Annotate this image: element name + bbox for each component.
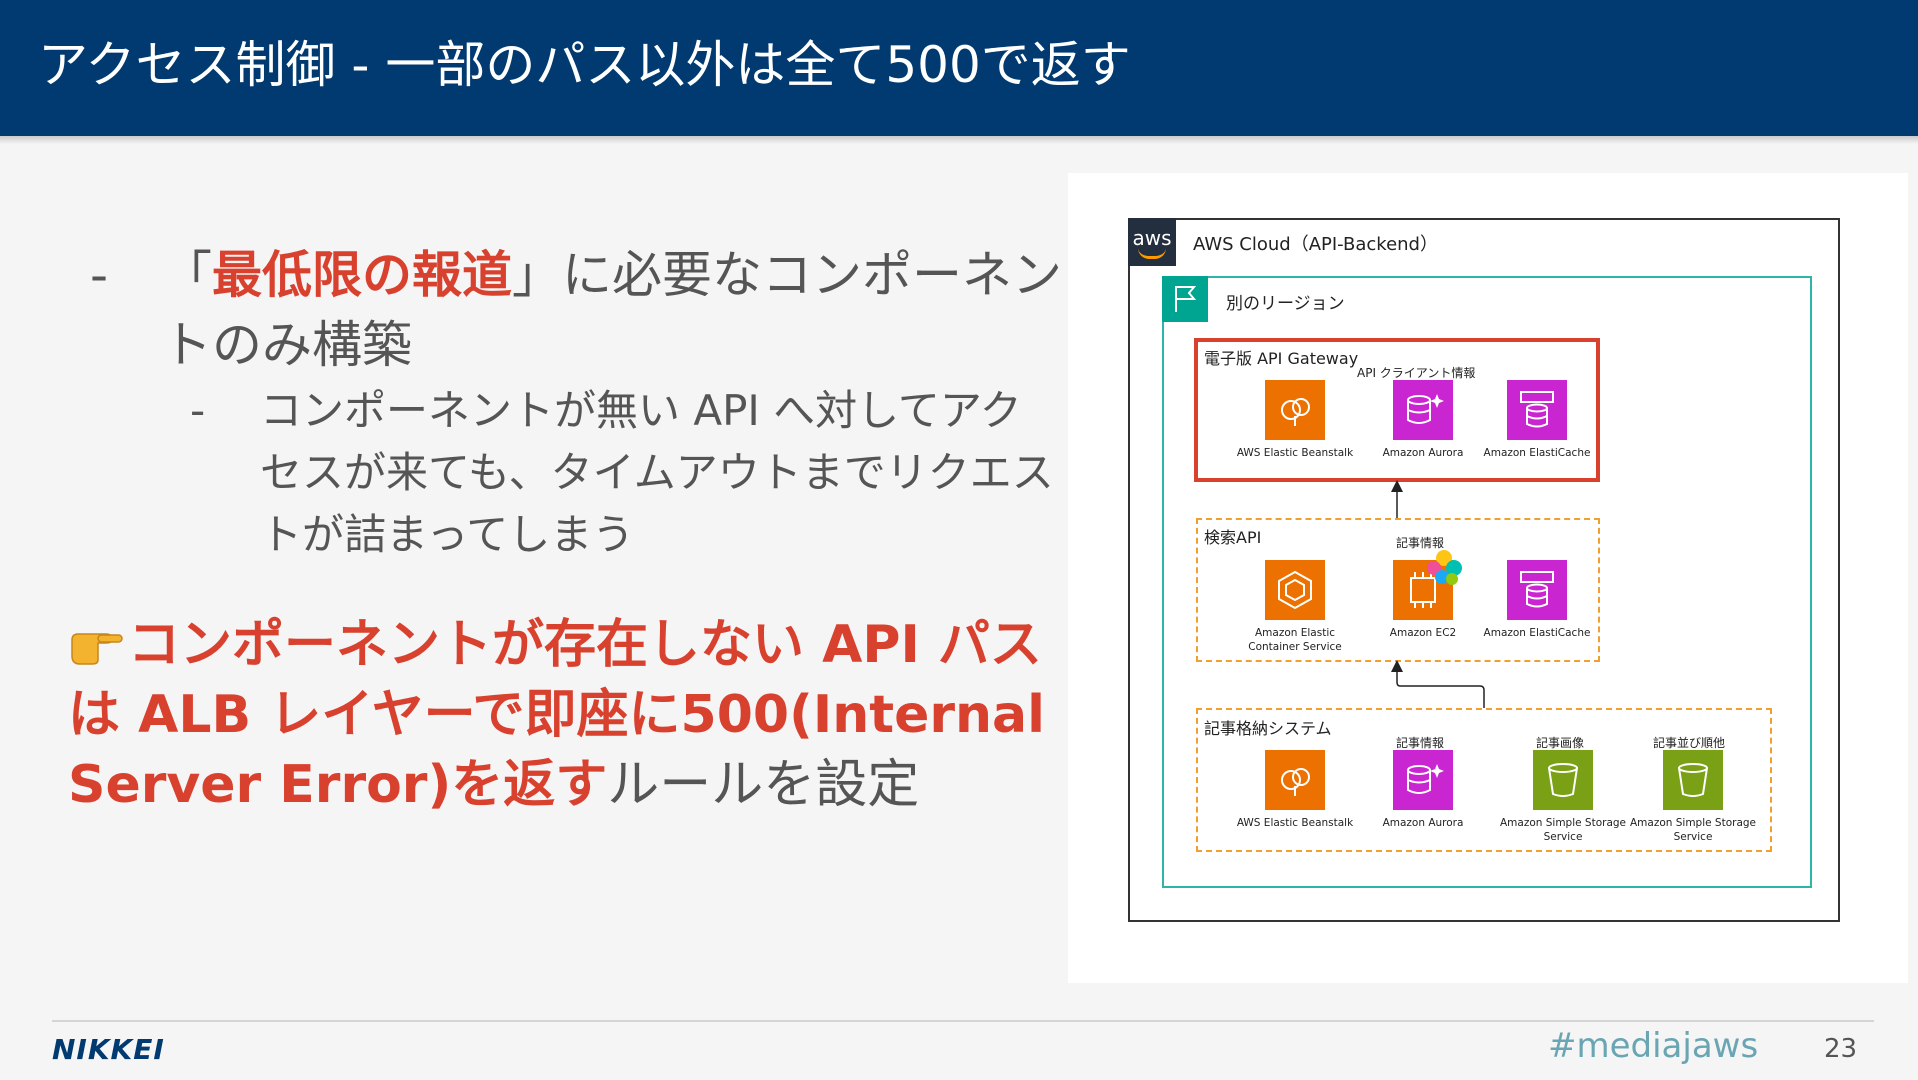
service-aurora: Amazon Aurora: [1358, 750, 1488, 830]
service-caption: Amazon Simple Storage Service: [1629, 817, 1757, 843]
header-bar: アクセス制御 - 一部のパス以外は全て500で返す: [0, 0, 1918, 136]
pointing-hand-icon: [68, 614, 124, 665]
service-elasticache: Amazon ElastiCache: [1472, 560, 1602, 640]
service-aurora: Amazon Aurora: [1358, 380, 1488, 460]
service-beanstalk: AWS Elastic Beanstalk: [1230, 750, 1360, 830]
aurora-icon: [1393, 380, 1453, 440]
gateway-sub-label: API クライアント情報: [1357, 366, 1476, 380]
service-caption: Amazon Simple Storage Service: [1499, 817, 1627, 843]
s3-bucket-icon: [1663, 750, 1723, 810]
bullet-dash: -: [90, 246, 109, 304]
service-caption: Amazon Aurora: [1382, 447, 1464, 459]
callout: コンポーネントが存在しない API パスは ALB レイヤーで即座に500(In…: [68, 610, 1068, 820]
bracket-open: 「: [162, 246, 212, 304]
callout-normal: ルールを設定: [607, 755, 920, 815]
region-label: 別のリージョン: [1226, 294, 1345, 314]
header-shadow: [0, 136, 1918, 144]
store-title: 記事格納システム: [1204, 719, 1332, 738]
service-ecs: Amazon Elastic Container Service: [1230, 560, 1360, 654]
aws-smile-icon: [1138, 248, 1166, 259]
aws-logo-text: aws: [1132, 226, 1172, 250]
page-number: 23: [1824, 1034, 1858, 1064]
footer-divider: [52, 1020, 1874, 1022]
gateway-title: 電子版 API Gateway: [1204, 349, 1359, 368]
elasticache-icon: [1507, 380, 1567, 440]
service-caption: Amazon Aurora: [1382, 817, 1464, 829]
store-sub-label: 記事並び順他: [1653, 736, 1726, 750]
beanstalk-icon: [1265, 380, 1325, 440]
elasticache-icon: [1507, 560, 1567, 620]
beanstalk-icon: [1265, 750, 1325, 810]
bullet-sub-dash: -: [190, 386, 206, 435]
hashtag: #mediajaws: [1548, 1026, 1759, 1066]
aurora-icon: [1393, 750, 1453, 810]
aws-logo: aws: [1128, 218, 1176, 266]
service-beanstalk: AWS Elastic Beanstalk: [1230, 380, 1360, 460]
elasticsearch-logo-icon: [1422, 548, 1466, 588]
page-title: アクセス制御 - 一部のパス以外は全て500で返す: [38, 36, 1131, 94]
service-s3: Amazon Simple Storage Service: [1628, 750, 1758, 844]
highlight-text: 最低限の報道: [212, 246, 512, 304]
flag-icon: [1162, 276, 1208, 322]
nikkei-logo: NIKKEI: [52, 1033, 165, 1066]
search-title: 検索API: [1204, 528, 1262, 547]
s3-bucket-icon: [1533, 750, 1593, 810]
service-elasticache: Amazon ElastiCache: [1472, 380, 1602, 460]
service-caption: Amazon ElastiCache: [1483, 447, 1591, 459]
service-caption: Amazon Elastic Container Service: [1248, 627, 1342, 653]
ecs-icon: [1265, 560, 1325, 620]
cloud-label: AWS Cloud（API-Backend）: [1193, 234, 1438, 255]
store-sub-label: 記事情報: [1396, 736, 1445, 750]
bullet-main-text: 「最低限の報道」に必要なコンポーネントのみ構築: [162, 240, 1062, 380]
service-caption: Amazon EC2: [1389, 627, 1457, 639]
service-caption: AWS Elastic Beanstalk: [1236, 447, 1354, 459]
store-sub-label: 記事画像: [1536, 736, 1585, 750]
bullet-sub-text: コンポーネントが無い API へ対してアクセスが来ても、タイムアウトまでリクエス…: [260, 386, 1054, 559]
service-caption: Amazon ElastiCache: [1483, 627, 1591, 639]
service-s3: Amazon Simple Storage Service: [1498, 750, 1628, 844]
service-caption: AWS Elastic Beanstalk: [1236, 817, 1354, 829]
